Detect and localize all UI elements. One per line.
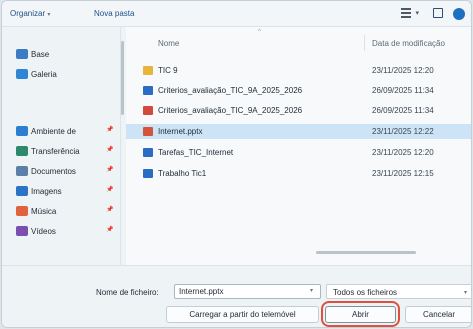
- powerpoint-icon: [143, 127, 153, 136]
- pin-icon: 📌: [106, 227, 114, 233]
- file-row[interactable]: Criterios_avaliação_TIC_9A_2025_2026 26/0…: [126, 103, 471, 118]
- pin-icon: 📌: [106, 187, 114, 193]
- file-row[interactable]: TIC 9 23/11/2025 12:20: [126, 63, 471, 78]
- nav-item[interactable]: Transferência: [16, 144, 80, 158]
- cancel-button[interactable]: Cancelar: [405, 306, 471, 323]
- file-modified-date: 23/11/2025 12:20: [372, 148, 434, 157]
- nav-item-label: Ambiente de: [31, 126, 76, 136]
- file-modified-date: 26/09/2025 11:34: [372, 86, 434, 95]
- file-row[interactable]: Tarefas_TIC_Internet 23/11/2025 12:20: [126, 145, 471, 160]
- navigation-pane: Base Galeria Ambiente de 📌 Transferência 📌 Doc…: [2, 27, 121, 265]
- nav-item-label: Música: [31, 206, 57, 216]
- preview-pane-icon[interactable]: [433, 8, 443, 18]
- help-icon[interactable]: [453, 8, 465, 20]
- music-icon: [16, 206, 28, 216]
- chevron-down-icon: ▾: [463, 290, 467, 296]
- nav-item[interactable]: Música: [16, 204, 56, 218]
- pin-icon: 📌: [106, 167, 114, 173]
- pdf-icon: [143, 106, 153, 115]
- nav-item-label: Galeria: [31, 69, 57, 79]
- nav-item-label: Imagens: [31, 186, 62, 196]
- chevron-down-icon: ▾: [47, 12, 51, 18]
- file-modified-date: 23/11/2025 12:15: [372, 169, 434, 178]
- organize-button[interactable]: Organizar ▾: [10, 9, 50, 18]
- nav-item-label: Base: [31, 49, 50, 59]
- filename-input[interactable]: [174, 284, 321, 299]
- file-name: Trabalho Tic1: [158, 169, 207, 178]
- file-open-dialog: Organizar ▾ Nova pasta ▾ Base Galeria Ambi…: [1, 0, 472, 328]
- file-type-select[interactable]: Todos os ficheiros ▾: [326, 284, 471, 299]
- column-header-name[interactable]: Nome: [158, 39, 179, 48]
- desktop-icon: [16, 126, 28, 136]
- file-modified-date: 23/11/2025 12:20: [372, 66, 434, 75]
- word-doc-icon: [143, 86, 153, 95]
- pin-icon: 📌: [106, 147, 114, 153]
- file-row[interactable]: Trabalho Tic1 23/11/2025 12:15: [126, 166, 471, 181]
- file-name: TIC 9: [158, 66, 178, 75]
- sort-indicator-icon: ^: [258, 29, 261, 35]
- file-list: ^ Nome Data de modificação TIC 9 23/11/20…: [126, 27, 471, 265]
- nav-item-label: Vídeos: [31, 226, 56, 236]
- file-row[interactable]: Internet.pptx 23/11/2025 12:22: [126, 124, 471, 139]
- chevron-down-icon[interactable]: ▾: [415, 9, 419, 17]
- file-name: Criterios_avaliação_TIC_9A_2025_2026: [158, 86, 303, 95]
- nav-item-label: Transferência: [31, 146, 80, 156]
- filename-label: Nome de ficheiro:: [96, 288, 159, 297]
- nav-item-label: Documentos: [31, 166, 76, 176]
- upload-from-phone-button[interactable]: Carregar a partir do telemóvel: [166, 306, 319, 323]
- dialog-footer: Nome de ficheiro: ▾ Todos os ficheiros ▾…: [2, 265, 471, 327]
- file-row[interactable]: Criterios_avaliação_TIC_9A_2025_2026 26/0…: [126, 83, 471, 98]
- nav-item[interactable]: Vídeos: [16, 224, 56, 238]
- column-divider[interactable]: [364, 35, 365, 51]
- pin-icon: 📌: [106, 207, 114, 213]
- word-doc-icon: [143, 148, 153, 157]
- folder-icon: [143, 66, 153, 75]
- pin-icon: 📌: [106, 127, 114, 133]
- file-type-value: Todos os ficheiros: [333, 288, 398, 297]
- gallery-icon: [16, 69, 28, 79]
- file-name: Tarefas_TIC_Internet: [158, 148, 234, 157]
- file-modified-date: 26/09/2025 11:34: [372, 106, 434, 115]
- documents-icon: [16, 166, 28, 176]
- column-header-date[interactable]: Data de modificação: [372, 39, 445, 48]
- organize-label: Organizar: [10, 9, 46, 18]
- nav-item[interactable]: Documentos: [16, 164, 76, 178]
- nav-item[interactable]: Base: [16, 47, 49, 61]
- toolbar: Organizar ▾ Nova pasta ▾: [2, 1, 471, 27]
- list-view-icon[interactable]: [401, 8, 411, 18]
- nav-item[interactable]: Galeria: [16, 67, 57, 81]
- file-modified-date: 23/11/2025 12:22: [372, 127, 434, 136]
- videos-icon: [16, 226, 28, 236]
- home-icon: [16, 49, 28, 59]
- file-name: Internet.pptx: [158, 127, 203, 136]
- nav-item[interactable]: Ambiente de: [16, 124, 76, 138]
- chevron-down-icon[interactable]: ▾: [310, 287, 313, 294]
- new-folder-button[interactable]: Nova pasta: [94, 9, 134, 18]
- nav-item[interactable]: Imagens: [16, 184, 62, 198]
- nav-scrollbar[interactable]: [121, 41, 124, 115]
- download-icon: [16, 146, 28, 156]
- word-doc-icon: [143, 169, 153, 178]
- horizontal-scrollbar[interactable]: [316, 251, 416, 254]
- pictures-icon: [16, 186, 28, 196]
- file-name: Criterios_avaliação_TIC_9A_2025_2026: [158, 106, 303, 115]
- open-button[interactable]: Abrir: [325, 306, 396, 323]
